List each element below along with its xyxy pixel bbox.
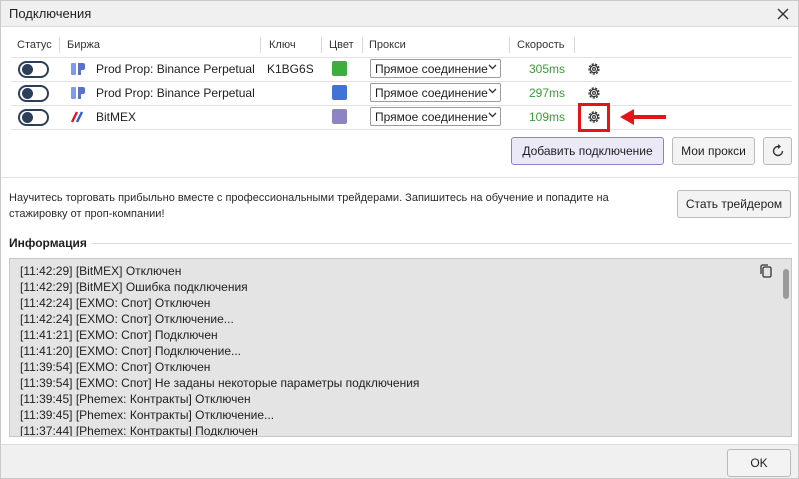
gear-icon[interactable] xyxy=(586,61,602,77)
log-line: [11:39:45] [Phemex: Контракты] Отключен xyxy=(20,392,251,406)
chevron-down-icon xyxy=(488,64,497,70)
prop-logo-icon xyxy=(71,63,85,75)
connection-row[interactable]: Prod Prop: Binance Perpetual K1BG6S Прям… xyxy=(11,57,792,81)
gear-icon[interactable] xyxy=(586,85,602,101)
chevron-down-icon xyxy=(488,88,497,94)
proxy-value: Прямое соединение xyxy=(375,62,488,76)
status-toggle[interactable] xyxy=(18,85,49,102)
header-proxy: Прокси xyxy=(369,39,406,51)
proxy-value: Прямое соединение xyxy=(375,110,488,124)
ok-button[interactable]: OK xyxy=(727,449,791,477)
color-swatch[interactable] xyxy=(332,61,347,76)
speed-value: 305ms xyxy=(529,62,566,76)
close-icon[interactable] xyxy=(772,3,794,25)
header-exchange: Биржа xyxy=(67,39,100,51)
speed-value: 109ms xyxy=(529,110,566,124)
promo-text: Научитесь торговать прибыльно вместе с п… xyxy=(9,192,609,220)
section-divider xyxy=(1,177,798,178)
header-divider xyxy=(59,37,60,53)
log-line: [11:42:29] [BitMEX] Ошибка подключения xyxy=(20,280,248,294)
dialog-footer: OK xyxy=(1,444,798,478)
exchange-name: Prod Prop: Binance Perpetual xyxy=(96,86,255,100)
color-swatch[interactable] xyxy=(332,109,347,124)
log-lines: [11:42:29] [BitMEX] Отключен [11:42:29] … xyxy=(20,263,420,437)
exchange-name: BitMEX xyxy=(96,110,137,124)
connection-row[interactable]: Prod Prop: Binance Perpetual Прямое соед… xyxy=(11,81,792,105)
header-divider xyxy=(509,37,510,53)
header-divider xyxy=(321,37,322,53)
log-line: [11:41:20] [EXMO: Спот] Подключение... xyxy=(20,344,241,358)
bitmex-logo-icon xyxy=(70,111,84,123)
header-key: Ключ xyxy=(269,39,296,51)
log-line: [11:42:29] [BitMEX] Отключен xyxy=(20,264,182,278)
proxy-select[interactable]: Прямое соединение xyxy=(370,59,501,78)
title-bar: Подключения xyxy=(1,1,798,27)
proxy-select[interactable]: Прямое соединение xyxy=(370,107,501,126)
add-connection-button[interactable]: Добавить подключение xyxy=(511,137,664,165)
connection-key: K1BG6S xyxy=(267,62,314,76)
log-line: [11:37:44] [Phemex: Контракты] Подключен xyxy=(20,424,258,437)
log-panel[interactable]: [11:42:29] [BitMEX] Отключен [11:42:29] … xyxy=(9,258,792,437)
log-line: [11:41:21] [EXMO: Спот] Подключен xyxy=(20,328,218,342)
header-status: Статус xyxy=(17,39,52,51)
color-swatch[interactable] xyxy=(332,85,347,100)
header-divider xyxy=(260,37,261,53)
info-heading: Информация xyxy=(9,236,87,250)
chevron-down-icon xyxy=(488,112,497,118)
proxy-select[interactable]: Прямое соединение xyxy=(370,83,501,102)
row-divider xyxy=(11,129,792,130)
log-line: [11:39:45] [Phemex: Контракты] Отключени… xyxy=(20,408,275,422)
highlight-box xyxy=(578,103,610,132)
dialog-title: Подключения xyxy=(9,6,92,21)
log-line: [11:42:24] [EXMO: Спот] Отключен xyxy=(20,296,211,310)
header-color: Цвет xyxy=(329,39,354,51)
become-trader-button[interactable]: Стать трейдером xyxy=(677,190,791,218)
copy-icon[interactable] xyxy=(758,263,774,279)
header-divider xyxy=(362,37,363,53)
exchange-name: Prod Prop: Binance Perpetual xyxy=(96,62,255,76)
speed-value: 297ms xyxy=(529,86,566,100)
proxy-value: Прямое соединение xyxy=(375,86,488,100)
log-line: [11:39:54] [EXMO: Спот] Не заданы некото… xyxy=(20,376,420,390)
header-speed: Скорость xyxy=(517,39,565,51)
refresh-icon xyxy=(772,144,783,157)
my-proxies-button[interactable]: Мои прокси xyxy=(672,137,755,165)
connection-row[interactable]: BitMEX Прямое соединение 109ms xyxy=(11,105,792,129)
arrow-left-icon xyxy=(620,109,666,125)
log-line: [11:39:54] [EXMO: Спот] Отключен xyxy=(20,360,211,374)
status-toggle[interactable] xyxy=(18,109,49,126)
status-toggle[interactable] xyxy=(18,61,49,78)
header-divider xyxy=(574,37,575,53)
log-scrollbar[interactable] xyxy=(783,269,789,299)
log-line: [11:42:24] [EXMO: Спот] Отключение... xyxy=(20,312,234,326)
info-divider xyxy=(91,243,792,244)
prop-logo-icon xyxy=(71,87,85,99)
connections-dialog: Подключения Статус Биржа Ключ Цвет Прокс… xyxy=(0,0,799,479)
refresh-button[interactable] xyxy=(763,137,792,165)
